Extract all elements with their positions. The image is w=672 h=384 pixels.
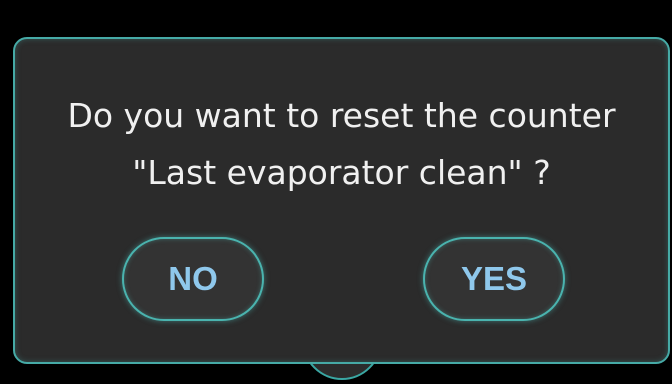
screen: Do you want to reset the counter "Last e…	[0, 0, 672, 384]
confirm-dialog: Do you want to reset the counter "Last e…	[13, 37, 670, 364]
dialog-message: Do you want to reset the counter "Last e…	[15, 87, 668, 201]
no-button[interactable]: NO	[122, 237, 264, 321]
no-button-label: NO	[168, 260, 218, 297]
yes-button[interactable]: YES	[423, 237, 565, 321]
yes-button-label: YES	[460, 260, 528, 297]
dialog-message-line-1: Do you want to reset the counter	[67, 96, 616, 135]
dialog-message-line-2: "Last evaporator clean" ?	[132, 153, 551, 192]
